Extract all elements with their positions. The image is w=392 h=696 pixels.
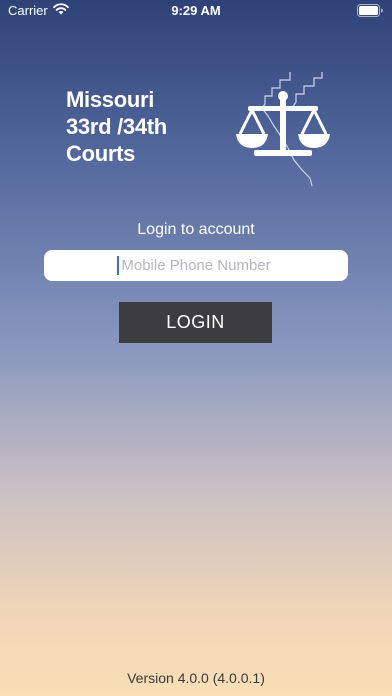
brand-title: Missouri 33rd /34th Courts (66, 86, 167, 167)
brand-line-1: Missouri (66, 87, 155, 112)
brand-line-2: 33rd /34th (66, 114, 167, 139)
app-version: Version 4.0.0 (4.0.0.1) (127, 670, 265, 686)
brand-logo: Missouri 33rd /34th Courts (0, 68, 392, 193)
brand-line-3: Courts (66, 141, 136, 166)
scales-of-justice-icon (232, 68, 342, 198)
login-button[interactable]: LOGIN (119, 302, 272, 343)
login-prompt: Login to account (137, 221, 255, 238)
status-time: 9:29 AM (171, 3, 221, 18)
battery-icon (357, 4, 384, 20)
text-cursor (117, 256, 119, 275)
status-bar: Carrier 9:29 AM (0, 0, 392, 22)
mobile-phone-input[interactable] (44, 250, 348, 281)
